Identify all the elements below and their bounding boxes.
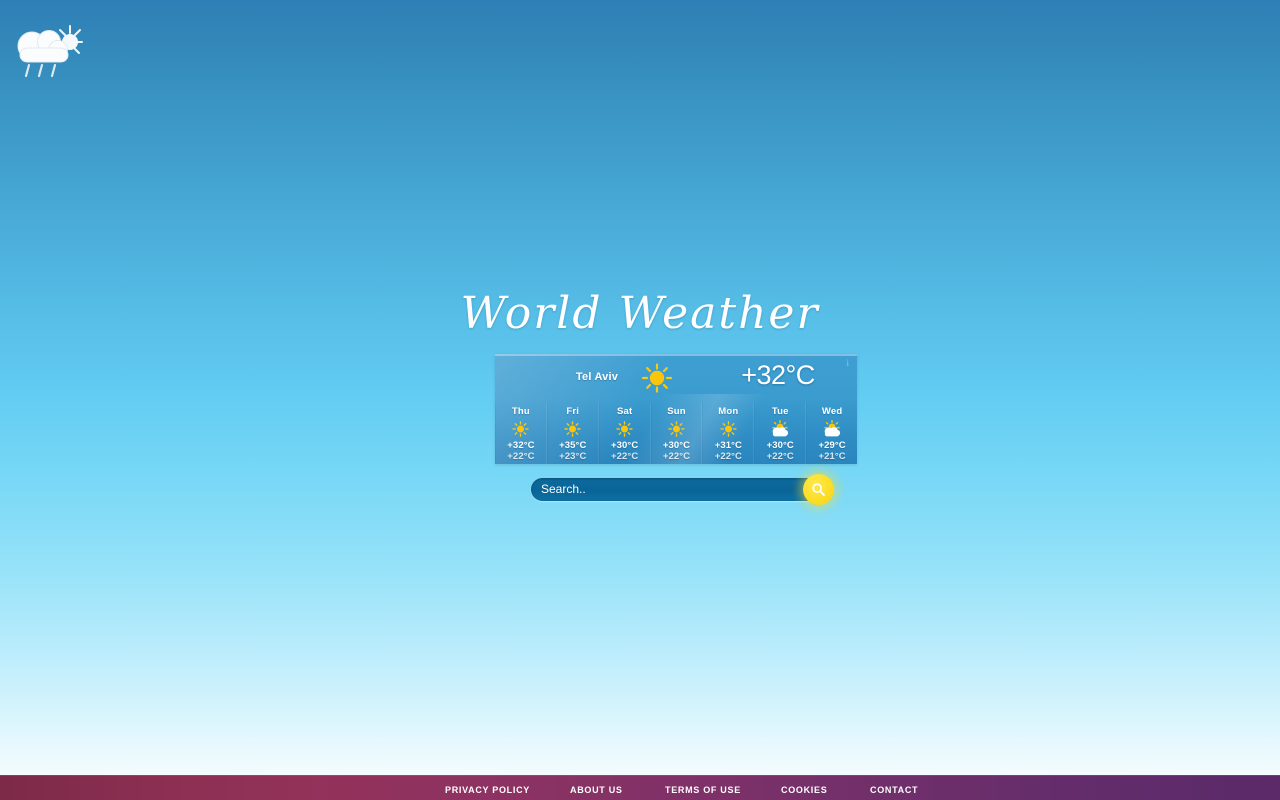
widget-header: Tel Aviv +32°C: [495, 354, 857, 402]
forecast-day[interactable]: Sun +30°C +22°C: [650, 402, 703, 464]
widget-info-marker[interactable]: i: [846, 358, 849, 368]
search-input[interactable]: [531, 479, 828, 500]
forecast-high-temp: +30°C: [611, 440, 639, 451]
forecast-day-name: Wed: [821, 406, 843, 417]
footer-link[interactable]: COOKIES: [781, 785, 827, 795]
page-stage: World Weather i Tel Aviv +32°C Thu +32°C…: [0, 0, 1280, 800]
forecast-day[interactable]: Fri +35°C +23°C: [546, 402, 599, 464]
sun-icon: [703, 418, 753, 440]
widget-city-name: Tel Aviv: [575, 371, 619, 383]
sun-icon: [548, 418, 598, 440]
footer-link[interactable]: CONTACT: [870, 785, 918, 795]
search-bar[interactable]: [531, 474, 834, 505]
footer-link[interactable]: PRIVACY POLICY: [445, 785, 530, 795]
sun-icon: [600, 418, 650, 440]
forecast-low-temp: +22°C: [662, 451, 691, 462]
forecast-day-name: Sun: [667, 406, 686, 417]
footer-nav: PRIVACY POLICY ABOUT US TERMS OF USE COOKIE…: [0, 775, 1280, 800]
widget-current-temperature: +32°C: [741, 360, 815, 390]
sun-cloud-icon: [755, 418, 805, 440]
forecast-day-name: Mon: [718, 406, 739, 417]
search-icon: [812, 483, 825, 496]
forecast-row: Thu +32°C +22°C Fri +35°C +23°C Sat +30°C +22°C S…: [495, 402, 857, 464]
forecast-low-temp: +21°C: [818, 451, 846, 462]
footer-link[interactable]: TERMS OF USE: [665, 785, 741, 795]
search-button[interactable]: [803, 474, 834, 505]
sun-icon: [641, 363, 673, 393]
forecast-high-temp: +30°C: [766, 440, 794, 451]
forecast-low-temp: +22°C: [714, 451, 742, 462]
forecast-high-temp: +32°C: [507, 440, 535, 451]
forecast-high-temp: +30°C: [662, 440, 691, 451]
sun-icon: [652, 418, 702, 440]
forecast-low-temp: +22°C: [611, 451, 639, 462]
forecast-day-name: Tue: [771, 406, 789, 417]
forecast-high-temp: +29°C: [818, 440, 846, 451]
forecast-day[interactable]: Wed +29°C +21°C: [806, 402, 857, 464]
sun-cloud-icon: [807, 418, 857, 440]
page-title: World Weather: [460, 288, 820, 339]
forecast-high-temp: +35°C: [559, 440, 587, 451]
forecast-low-temp: +22°C: [507, 451, 535, 462]
forecast-low-temp: +22°C: [766, 451, 794, 462]
forecast-day[interactable]: Mon +31°C +22°C: [702, 402, 755, 464]
forecast-low-temp: +23°C: [559, 451, 587, 462]
forecast-day-name: Thu: [511, 406, 530, 417]
footer-link[interactable]: ABOUT US: [570, 785, 623, 795]
forecast-day-name: Fri: [566, 406, 580, 417]
weather-widget[interactable]: i Tel Aviv +32°C Thu +32°C +22°C Fri +35…: [495, 354, 857, 464]
forecast-high-temp: +31°C: [714, 440, 742, 451]
forecast-day-name: Sat: [616, 406, 633, 417]
forecast-day[interactable]: Thu +32°C +22°C: [495, 402, 547, 464]
sun-icon: [496, 418, 546, 440]
forecast-day[interactable]: Sat +30°C +22°C: [598, 402, 651, 464]
forecast-day[interactable]: Tue +30°C +22°C: [754, 402, 807, 464]
